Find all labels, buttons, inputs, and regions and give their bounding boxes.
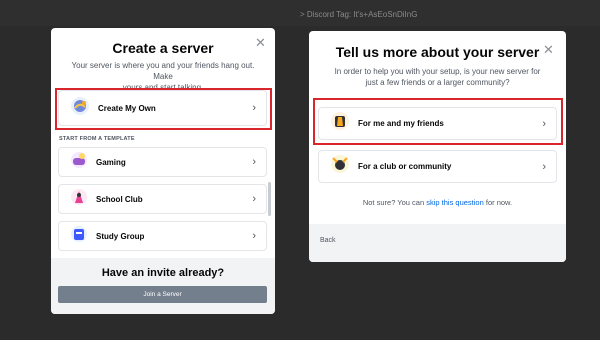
template-school-club-option[interactable]: School Club › [58, 184, 267, 214]
chevron-right-icon: › [252, 230, 256, 242]
community-icon [329, 153, 351, 180]
modal-title: Tell us more about your server [335, 44, 540, 60]
invite-footer: Have an invite already? Join a Server [51, 258, 275, 314]
create-server-modal: ✕ Create a server Your server is where y… [51, 28, 275, 314]
not-sure-suffix: for now. [485, 198, 513, 207]
chevron-right-icon: › [252, 193, 256, 205]
template-gaming-label: Gaming [96, 157, 126, 167]
gaming-icon [69, 150, 89, 175]
modal-footer: Back [309, 224, 566, 262]
school-club-icon [69, 187, 89, 212]
study-group-icon [69, 224, 89, 249]
invite-title: Have an invite already? [101, 267, 225, 279]
chevron-right-icon: › [252, 156, 256, 168]
not-sure-text: Not sure? You can skip this question for… [309, 198, 566, 207]
chevron-right-icon: › [542, 160, 546, 173]
for-club-or-community-label: For a club or community [358, 162, 452, 171]
skip-question-link[interactable]: skip this question [426, 198, 484, 207]
template-study-group-label: Study Group [96, 231, 145, 241]
back-button[interactable]: Back [320, 237, 336, 244]
background-text: > Discord Tag: It's+AsEoSnDiInG [300, 10, 418, 19]
template-gaming-option[interactable]: Gaming › [58, 147, 267, 177]
modal-title: Create a server [112, 40, 214, 56]
subtitle-line-1: Your server is where you and your friend… [71, 61, 255, 81]
join-server-button[interactable]: Join a Server [58, 286, 267, 303]
highlight-box [313, 98, 563, 145]
server-type-modal: ✕ Tell us more about your server In orde… [309, 31, 566, 262]
subtitle-line-2: just a few friends or a larger community… [365, 78, 510, 87]
template-school-club-label: School Club [96, 194, 143, 204]
scrollbar[interactable] [268, 182, 271, 216]
highlight-box [55, 88, 272, 130]
for-club-or-community-option[interactable]: For a club or community › [318, 150, 557, 183]
template-section-label: START FROM A TEMPLATE [59, 136, 135, 142]
template-study-group-option[interactable]: Study Group › [58, 221, 267, 251]
subtitle-line-1: In order to help you with your setup, is… [334, 67, 541, 76]
not-sure-prefix: Not sure? You can [362, 198, 425, 207]
modal-subtitle: In order to help you with your setup, is… [319, 66, 556, 88]
